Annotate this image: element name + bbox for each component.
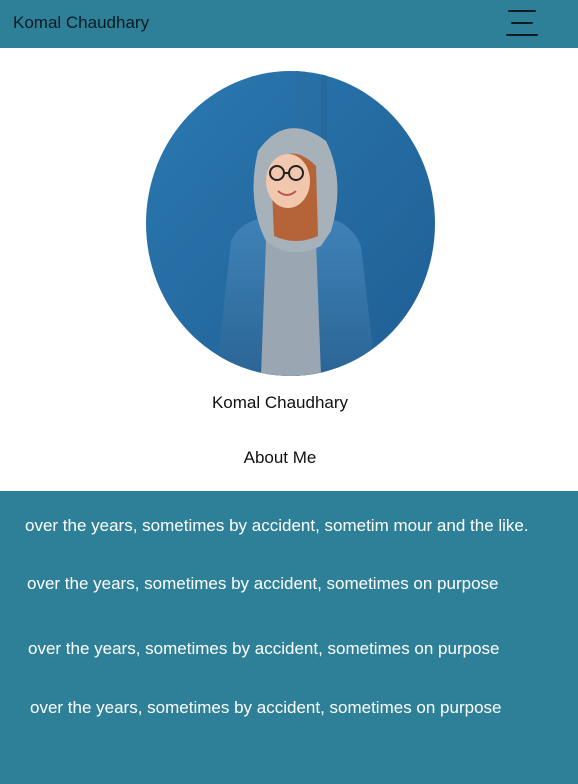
- navbar: Komal Chaudhary: [0, 0, 578, 48]
- about-text-line: over the years, sometimes by accident, s…: [27, 574, 499, 593]
- about-text-line: over the years, sometimes by accident, s…: [28, 639, 500, 658]
- about-text-line: over the years, sometimes by accident, s…: [25, 516, 529, 535]
- menu-line-bottom: [506, 34, 538, 36]
- about-heading: About Me: [243, 448, 317, 467]
- about-section: over the years, sometimes by accident, s…: [0, 491, 578, 784]
- about-text-line: over the years, sometimes by accident, s…: [30, 698, 502, 717]
- profile-name: Komal Chaudhary: [211, 393, 349, 412]
- menu-line-middle: [511, 22, 533, 24]
- navbar-brand[interactable]: Komal Chaudhary: [13, 13, 149, 33]
- hamburger-menu-icon[interactable]: [506, 8, 540, 38]
- profile-photo: [146, 71, 435, 376]
- menu-line-top: [508, 10, 536, 12]
